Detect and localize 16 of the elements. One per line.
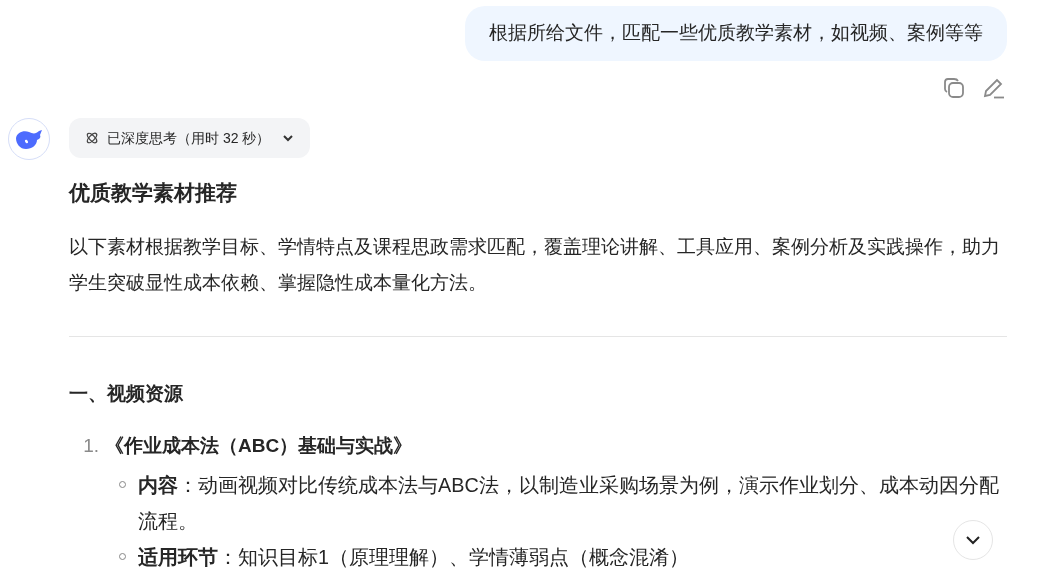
user-message: 根据所给文件，匹配一些优质教学素材，如视频、案例等等	[465, 6, 1007, 61]
list-number: 1.	[82, 434, 100, 458]
detail-text: 适用环节：知识目标1（原理理解）、学情薄弱点（概念混淆）	[138, 545, 689, 570]
copy-icon[interactable]	[943, 77, 965, 99]
chevron-icon	[282, 132, 295, 144]
answer-title: 优质教学素材推荐	[69, 180, 238, 206]
atom-icon	[85, 131, 99, 145]
scroll-down-button[interactable]	[953, 520, 993, 560]
item-title: 《作业成本法（ABC）基础与实战》	[105, 434, 413, 458]
answer-intro: 以下素材根据教学目标、学情特点及课程思政需求匹配，覆盖理论讲解、工具应用、案例分析及实践操作，助力学生突破显性成本依赖、掌握隐性成本量化方法。	[69, 234, 1001, 295]
detail-text: 内容：动画视频对比传统成本法与ABC法，以制造业采购场景为例，演示作业划分、成本动因分配流程。	[138, 473, 1000, 534]
thinking-toggle[interactable]: 已深度思考（用时 32 秒）	[69, 118, 311, 158]
whale-icon	[15, 128, 43, 150]
section-heading: 一、视频资源	[69, 382, 184, 406]
edit-icon[interactable]	[983, 77, 1005, 99]
chevron-down-icon	[965, 535, 981, 545]
